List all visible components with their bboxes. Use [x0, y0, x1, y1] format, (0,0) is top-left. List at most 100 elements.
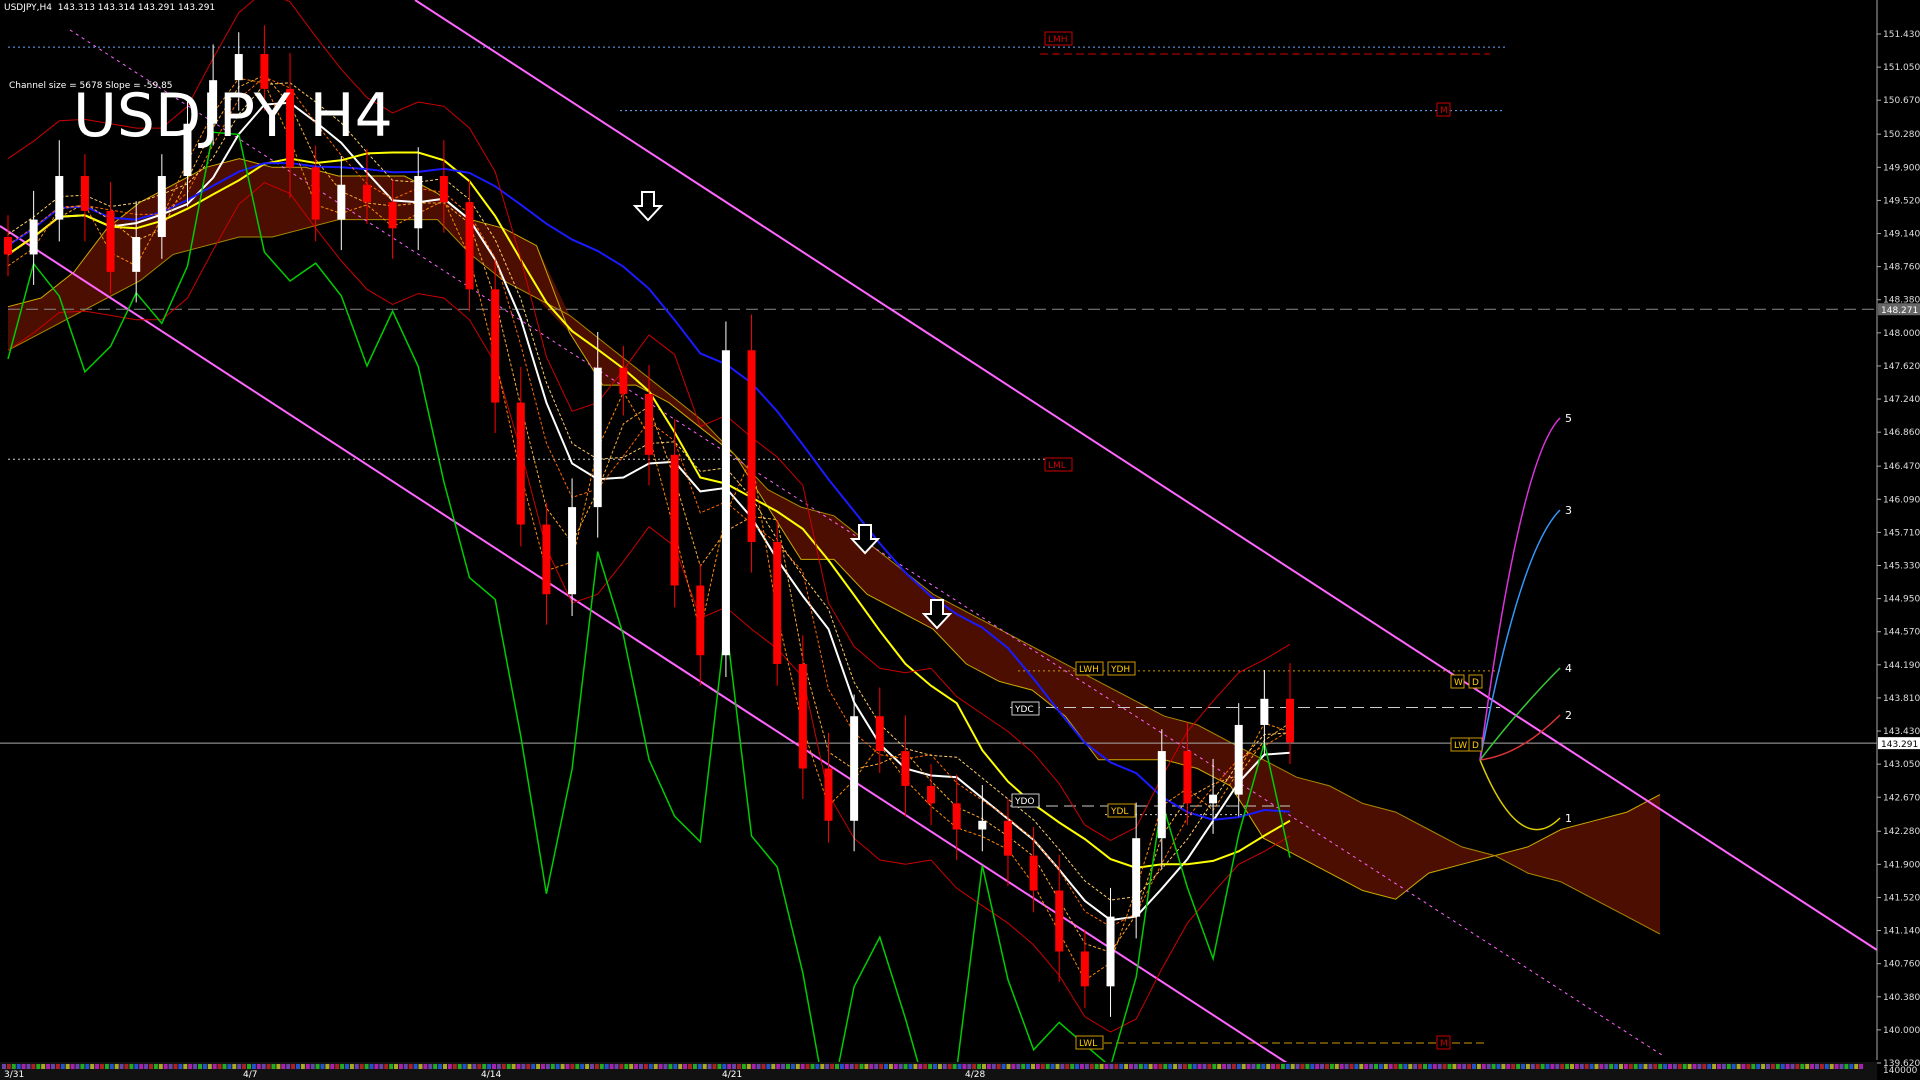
volume-strip-cell: [153, 1064, 158, 1069]
volume-strip-cell: [1398, 1064, 1403, 1069]
volume-strip-cell: [1560, 1064, 1565, 1069]
y-tick-label: 149.900: [1883, 163, 1920, 173]
y-tick-label: 148.760: [1883, 263, 1920, 273]
volume-strip-cell: [1427, 1064, 1432, 1069]
volume-strip-cell: [1246, 1064, 1251, 1069]
candle-body: [850, 716, 859, 821]
y-tick-label: 140.760: [1883, 960, 1920, 970]
volume-strip-cell: [1486, 1064, 1491, 1069]
volume-strip-cell: [639, 1064, 643, 1069]
volume-strip-cell: [60, 1064, 65, 1069]
y-tick-label: 149.520: [1883, 196, 1920, 206]
volume-strip-cell: [1280, 1064, 1285, 1069]
label-lwh: LWH: [1075, 661, 1104, 676]
candle-body: [1055, 890, 1064, 952]
volume-strip-cell: [95, 1064, 100, 1069]
price-axis: 151.430 151.050 150.670 150.280 149.900 149.5…: [1876, 0, 1920, 1080]
volume-strip-cell: [276, 1064, 281, 1069]
y-tick-label: 147.620: [1883, 362, 1920, 372]
volume-strip-cell: [1472, 1064, 1476, 1069]
volume-strip-cell: [1604, 1064, 1609, 1069]
volume-strip-cell: [242, 1064, 247, 1069]
volume-strip-cell: [1780, 1064, 1785, 1069]
volume-strip-cell: [109, 1064, 114, 1069]
volume-strip-cell: [212, 1064, 217, 1069]
volume-strip-cell: [1021, 1064, 1026, 1069]
volume-strip-cell: [864, 1064, 869, 1069]
candle-body: [1286, 698, 1294, 743]
volume-strip-cell: [1579, 1064, 1584, 1069]
volume-strip-cell: [1638, 1064, 1643, 1069]
volume-strip-cell: [158, 1064, 163, 1069]
volume-strip-cell: [741, 1064, 746, 1069]
candle-body: [901, 751, 910, 786]
y-tick-label: 142.280: [1883, 827, 1920, 837]
volume-strip-cell: [31, 1064, 36, 1069]
volume-strip-cell: [173, 1064, 178, 1069]
volume-strip-cell: [1692, 1064, 1697, 1069]
volume-strip-cell: [810, 1064, 815, 1069]
volume-strip-cell: [1800, 1064, 1805, 1069]
volume-strip-cell: [776, 1064, 781, 1069]
volume-strip-cell: [1114, 1064, 1119, 1069]
volume-strip-cell: [678, 1064, 683, 1069]
volume-strip-cell: [281, 1064, 286, 1069]
volume-strip-cell: [908, 1064, 913, 1069]
volume-strip-cell: [1393, 1064, 1398, 1069]
candle-body: [696, 585, 705, 656]
volume-strip-cell: [722, 1064, 727, 1069]
volume-strip-cell: [492, 1064, 496, 1069]
volume-strip-cell: [1231, 1064, 1236, 1069]
volume-strip-cell: [46, 1064, 51, 1069]
volume-strip-cell: [325, 1064, 330, 1069]
volume-strip-cell: [1133, 1064, 1138, 1069]
label-lwl-text: LWL: [1079, 1039, 1097, 1049]
volume-strip-cell: [418, 1064, 423, 1069]
volume-strip-cell: [423, 1064, 428, 1069]
volume-strip-cell: [1035, 1064, 1040, 1069]
price-chart[interactable]: 53421 LMHMLMLLWH YDHYDCYDOYDLLWL MW DLW D 15…: [0, 0, 1920, 1080]
volume-strip-cell: [1697, 1064, 1702, 1069]
volume-strip-cell: [771, 1064, 776, 1069]
volume-strip-cell: [746, 1064, 751, 1069]
volume-strip-cell: [340, 1064, 345, 1069]
candle-body: [1132, 838, 1141, 917]
volume-strip-cell: [1849, 1064, 1854, 1069]
volume-strip-cell: [1403, 1064, 1408, 1069]
volume-strip-cell: [830, 1064, 835, 1069]
projection-label-4: 4: [1565, 662, 1572, 675]
volume-strip-cell: [604, 1064, 609, 1069]
volume-strip-cell: [624, 1064, 629, 1069]
volume-strip-cell: [634, 1064, 639, 1069]
volume-strip-cell: [1119, 1064, 1124, 1069]
candle-body: [4, 237, 12, 255]
volume-strip-cell: [717, 1064, 722, 1069]
label-lw-text: LW: [1454, 741, 1467, 751]
volume-strip-cell: [732, 1064, 737, 1069]
volume-strip-cell: [1153, 1064, 1158, 1069]
current-price-label: 143.291: [1881, 740, 1918, 750]
volume-strip-cell: [702, 1064, 707, 1069]
volume-strip-cell: [330, 1064, 335, 1069]
volume-strip-cell: [1138, 1064, 1143, 1069]
volume-strip-cell: [1163, 1064, 1168, 1069]
volume-strip-cell: [227, 1064, 232, 1069]
volume-strip-cell: [1839, 1064, 1844, 1069]
volume-strip-cell: [129, 1064, 134, 1069]
volume-strip-cell: [555, 1064, 560, 1069]
volume-strip-cell: [1109, 1064, 1114, 1069]
volume-strip-cell: [839, 1064, 844, 1069]
volume-strip-cell: [1555, 1064, 1560, 1069]
volume-strip-cell: [1609, 1064, 1614, 1069]
volume-strip-cell: [1766, 1064, 1770, 1069]
volume-strip-cell: [1320, 1064, 1325, 1069]
volume-strip-cell: [1648, 1064, 1653, 1069]
candle-body: [619, 367, 628, 394]
volume-strip-cell: [80, 1064, 85, 1069]
volume-strip-cell: [800, 1064, 805, 1069]
candle-body: [875, 716, 884, 752]
volume-strip-cell: [1761, 1064, 1766, 1069]
volume-strip-cell: [1143, 1064, 1148, 1069]
volume-strip-cell: [511, 1064, 516, 1069]
y-tick-label: 144.570: [1883, 628, 1920, 638]
